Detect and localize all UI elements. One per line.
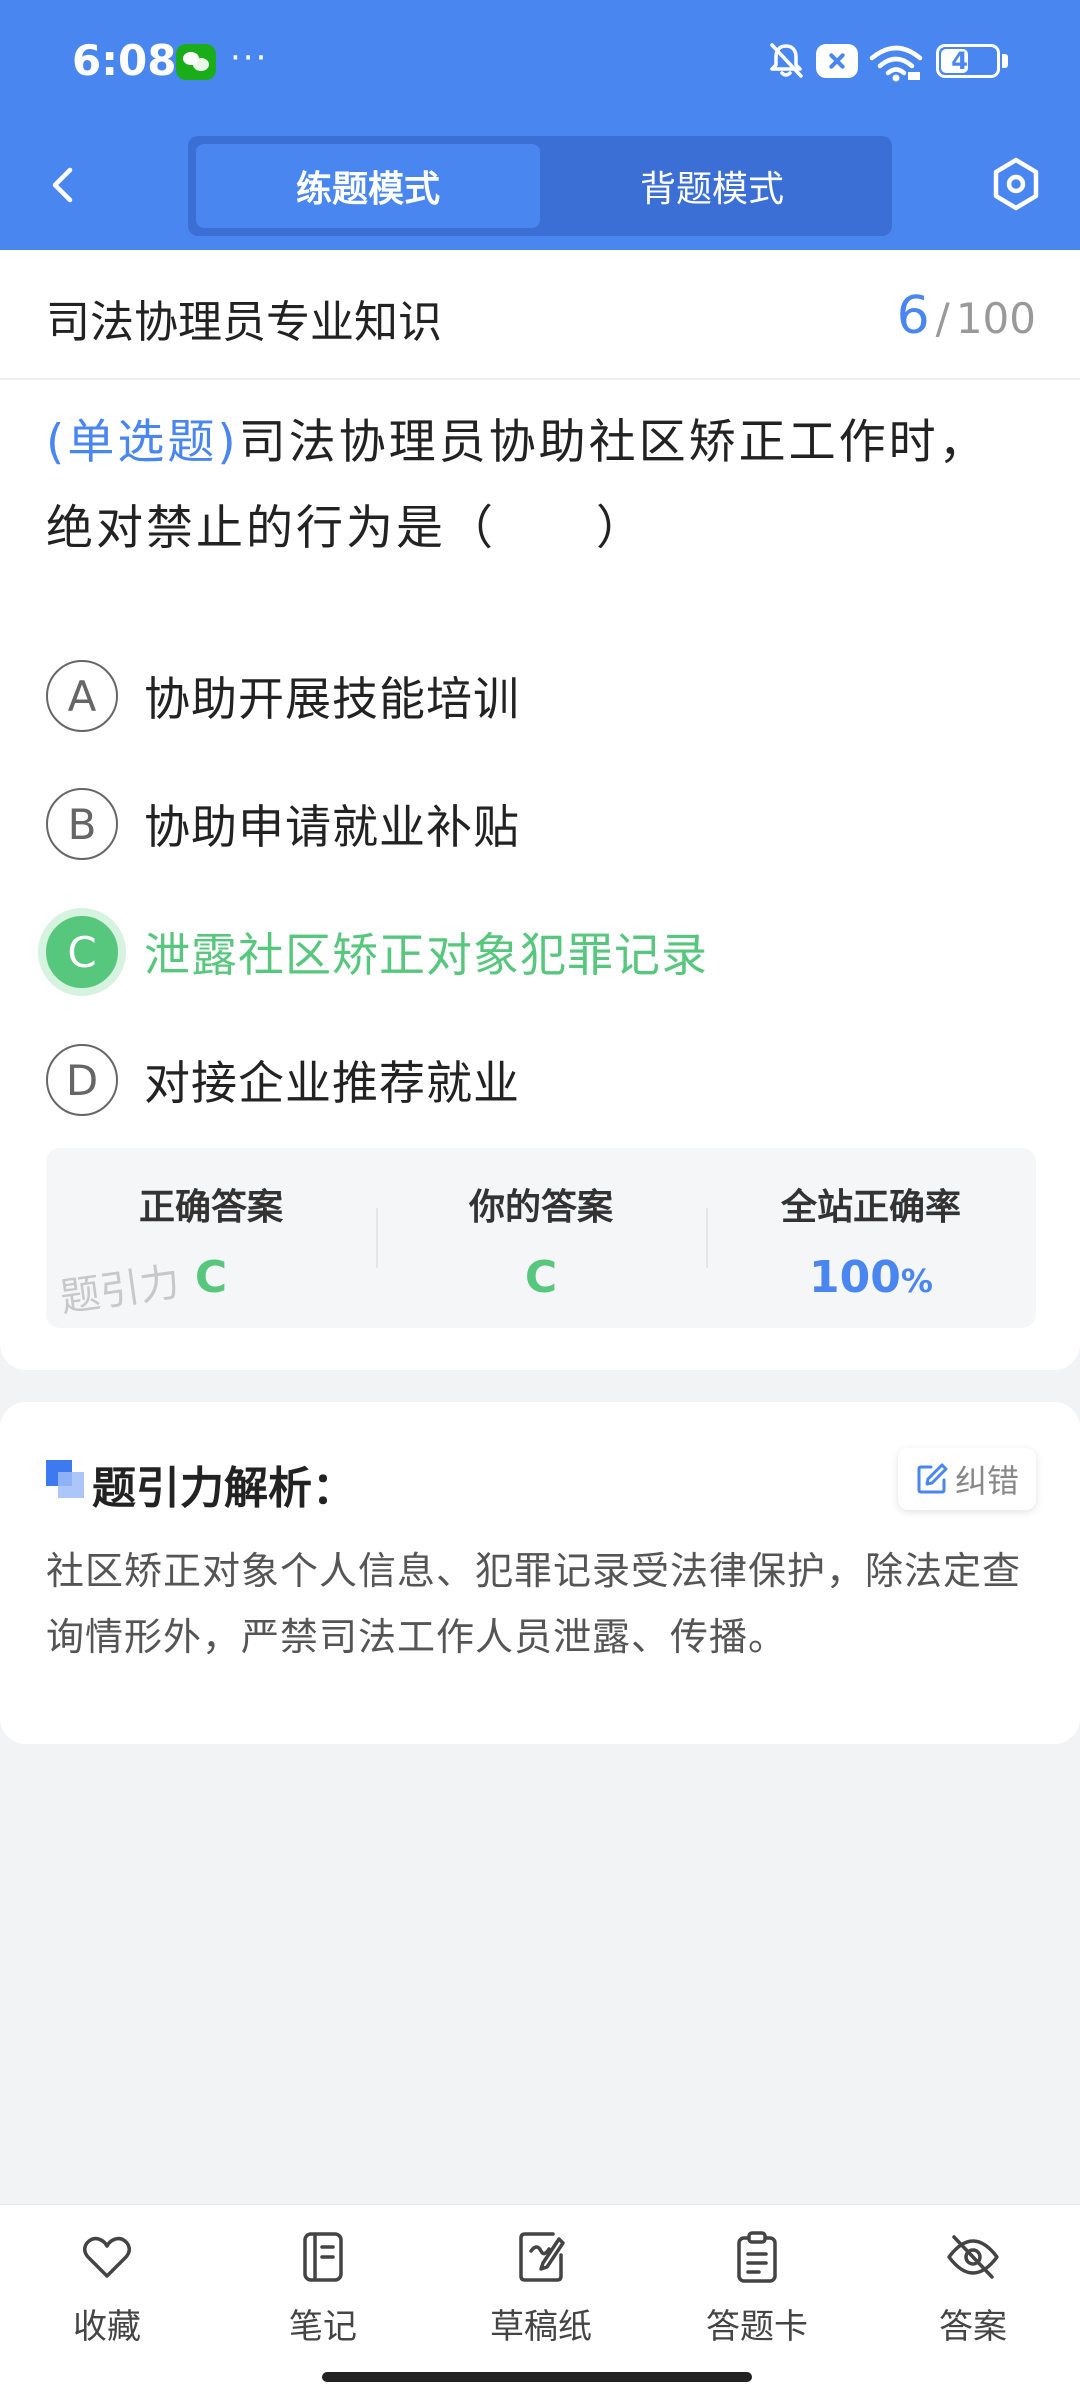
your-answer: 你的答案 C: [376, 1148, 706, 1328]
bell-off-icon: [770, 43, 803, 78]
site-accuracy-unit: %: [900, 1262, 933, 1300]
option-d[interactable]: D 对接企业推荐就业: [46, 1040, 1036, 1120]
correct-answer-value: C: [194, 1252, 228, 1303]
battery-icon: 46: [936, 44, 1000, 78]
report-error-label: 纠错: [954, 1462, 1019, 1500]
correct-answer-label: 正确答案: [138, 1187, 283, 1228]
analysis-text: 社区矫正对象个人信息、犯罪记录受法律保护，除法定查询情形外，严禁司法工作人员泄露…: [46, 1549, 1022, 1659]
mode-switch: 练题模式 背题模式: [188, 136, 892, 236]
option-letter: B: [46, 788, 118, 860]
battery-tip: [1002, 54, 1008, 68]
draft-icon: [519, 2232, 565, 2282]
status-bar: 6:08 ··· 46: [0, 0, 1080, 120]
app-root: 6:08 ··· 46 练题模式 背题模式 司法协理员专业知识 6 / 100 …: [0, 0, 1080, 2400]
show-answer-button[interactable]: 答案: [898, 2229, 1048, 2349]
favorite-label: 收藏: [73, 2307, 141, 2347]
progress-total: 100: [955, 294, 1036, 343]
notes-label: 笔记: [289, 2307, 357, 2347]
question-stem: (单选题)司法协理员协助社区矫正工作时，绝对禁止的行为是（ ）: [46, 400, 1036, 572]
eye-off-icon: [947, 2235, 999, 2279]
settings-icon[interactable]: [990, 156, 1042, 212]
your-answer-label: 你的答案: [468, 1187, 613, 1228]
favorite-button[interactable]: 收藏: [32, 2229, 182, 2349]
header: 6:08 ··· 46 练题模式 背题模式: [0, 0, 1080, 250]
progress-separator: /: [935, 294, 950, 343]
progress-current: 6: [896, 286, 930, 346]
option-b[interactable]: B 协助申请就业补贴: [46, 784, 1036, 864]
notes-button[interactable]: 笔记: [248, 2229, 398, 2349]
watermark: 题引力: [57, 1259, 183, 1322]
report-error-button[interactable]: 纠错: [898, 1448, 1036, 1510]
home-indicator[interactable]: [322, 2372, 752, 2382]
option-c[interactable]: C 泄露社区矫正对象犯罪记录: [46, 912, 1036, 992]
option-text: 协助开展技能培训: [144, 672, 520, 726]
analysis-squares-icon: [46, 1460, 84, 1498]
tab-practice-mode[interactable]: 练题模式: [196, 144, 540, 228]
tab-memorize-mode[interactable]: 背题模式: [540, 144, 884, 228]
subject-title: 司法协理员专业知识: [46, 297, 442, 348]
wifi-icon: [869, 45, 923, 82]
status-time: 6:08: [72, 36, 177, 85]
option-letter: D: [46, 1044, 118, 1116]
draft-paper-label: 草稿纸: [490, 2307, 592, 2347]
option-letter: C: [46, 916, 118, 988]
clipboard-icon: [737, 2231, 777, 2283]
correct-answer: 正确答案 C 题引力: [46, 1148, 376, 1328]
nav-bar: 练题模式 背题模式: [0, 120, 1080, 250]
bottom-toolbar: 收藏 笔记 草稿纸 答题卡 答案: [0, 2204, 1080, 2400]
draft-paper-button[interactable]: 草稿纸: [466, 2229, 616, 2349]
option-letter: A: [46, 660, 118, 732]
back-icon[interactable]: [40, 160, 90, 210]
answer-card-button[interactable]: 答题卡: [682, 2229, 832, 2349]
show-answer-label: 答案: [939, 2307, 1007, 2347]
wechat-icon: [176, 44, 216, 80]
question-card: 司法协理员专业知识 6/100 (单选题)司法协理员协助社区矫正工作时，绝对禁止…: [0, 250, 1080, 1370]
site-accuracy-label: 全站正确率: [780, 1187, 961, 1228]
analysis-title: 题引力解析：: [92, 1463, 356, 1514]
notebook-icon: [303, 2232, 343, 2282]
analysis-card: 题引力解析： 纠错 社区矫正对象个人信息、犯罪记录受法律保护，除法定查询情形外，…: [0, 1402, 1080, 1744]
question-progress: 6/100: [897, 286, 1036, 346]
option-text: 协助申请就业补贴: [144, 800, 520, 854]
site-accuracy: 全站正确率 100%: [706, 1148, 1036, 1328]
subject-row: 司法协理员专业知识 6/100: [0, 250, 1080, 380]
site-accuracy-value: 100%: [809, 1252, 933, 1303]
option-a[interactable]: A 协助开展技能培训: [46, 656, 1036, 736]
option-text: 泄露社区矫正对象犯罪记录: [144, 928, 708, 982]
your-answer-value: C: [524, 1252, 558, 1303]
heart-icon: [83, 2236, 131, 2278]
answer-card-label: 答题卡: [706, 2307, 808, 2347]
more-dots-icon: ···: [230, 38, 269, 78]
answer-summary: 正确答案 C 题引力 你的答案 C 全站正确率 100%: [46, 1148, 1036, 1328]
edit-icon: [917, 1463, 948, 1494]
battery-level: 46: [951, 47, 985, 75]
close-badge-icon: [816, 44, 858, 78]
option-text: 对接企业推荐就业: [144, 1056, 520, 1110]
question-type: (单选题): [46, 415, 239, 470]
site-accuracy-number: 100: [809, 1252, 901, 1303]
